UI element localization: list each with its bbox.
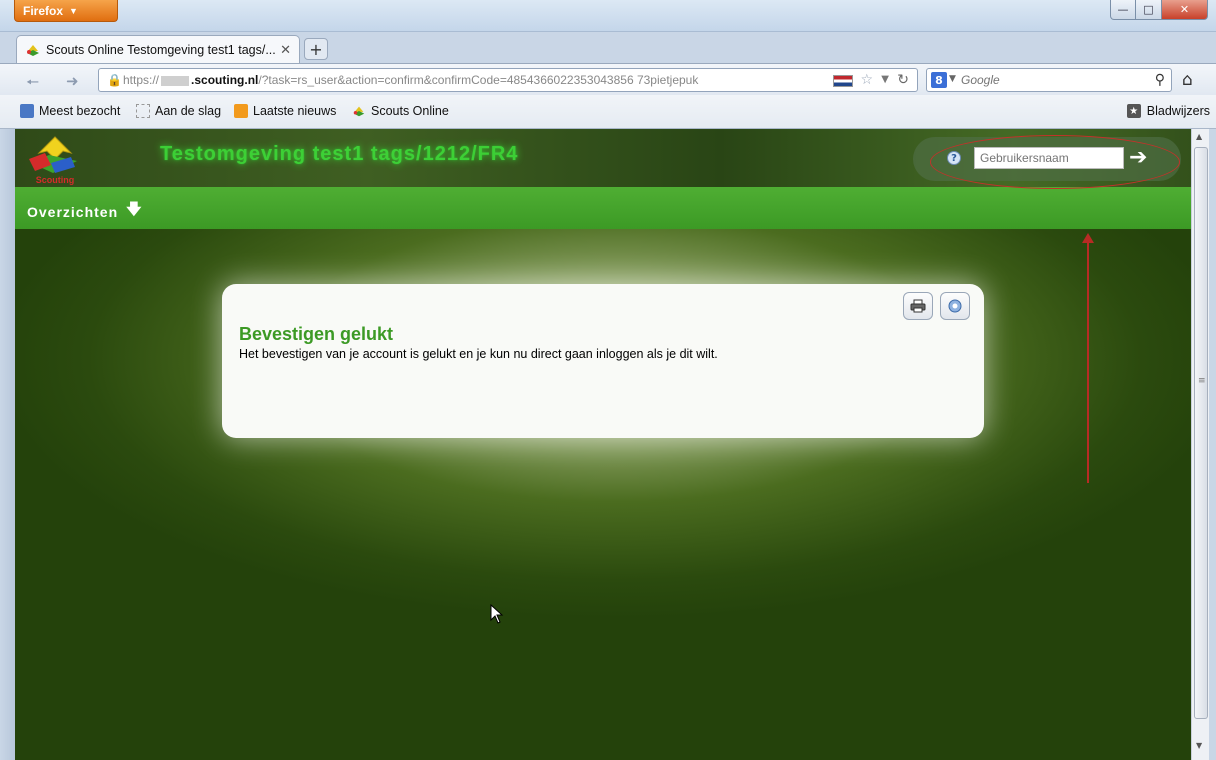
scouting-favicon-icon (27, 44, 39, 56)
window-border-right (1209, 129, 1216, 760)
firefox-menu-button[interactable]: Firefox ▼ (14, 0, 118, 22)
help-button[interactable] (940, 292, 970, 320)
redacted-subdomain (161, 75, 190, 86)
browser-tab[interactable]: Scouts Online Testomgeving test1 tags/..… (16, 35, 300, 63)
bookmark-scouts-online[interactable]: Scouts Online (352, 104, 449, 118)
window-controls: — □ ✕ (1110, 0, 1208, 20)
forward-arrow-icon[interactable]: ➜ (66, 72, 79, 90)
back-arrow-icon[interactable]: 🠔 (26, 72, 39, 97)
search-engine-icon[interactable]: 8 (931, 72, 947, 88)
arrow-down-icon: 🡇 (126, 201, 143, 218)
scroll-up-icon[interactable]: ▲ (1196, 132, 1202, 141)
lock-icon: 🔒 (107, 73, 122, 87)
maximize-button[interactable]: □ (1136, 0, 1162, 20)
printer-icon (910, 299, 926, 313)
card-message: Het bevestigen van je account is gelukt … (239, 347, 718, 361)
search-engine-dropdown-icon[interactable]: ▼ (949, 74, 956, 84)
scrollbar-thumb[interactable]: ≡ (1194, 147, 1208, 719)
reload-icon[interactable]: ↻ (897, 72, 909, 88)
chevron-down-icon: ▼ (69, 5, 78, 16)
search-magnifier-icon[interactable]: ⚲ (1155, 72, 1165, 88)
bookmark-star-icon[interactable]: ☆ (860, 72, 873, 88)
menu-overzichten[interactable]: Overzichten 🡇 (27, 199, 143, 224)
bookmarks-toolbar: Meest bezocht Aan de slag Laatste nieuws… (0, 95, 1216, 129)
bookmarks-star-icon: ★ (1126, 104, 1141, 118)
bookmark-most-visited[interactable]: Meest bezocht (20, 104, 120, 118)
firefox-menu-label: Firefox (23, 3, 64, 18)
help-icon (948, 299, 962, 313)
window-border-left (0, 129, 15, 760)
site-title: Testomgeving test1 tags/1212/FR4 (160, 143, 519, 165)
confirmation-card: Bevestigen gelukt Het bevestigen van je … (222, 284, 984, 438)
bookmark-getting-started[interactable]: Aan de slag (136, 104, 221, 118)
home-icon[interactable]: ⌂ (1182, 70, 1193, 90)
search-bar[interactable]: 8 ▼ ⚲ (926, 68, 1172, 92)
navigation-toolbar: 🠔 ➜ 🔒 https://.scouting.nl/?task=rs_user… (0, 63, 1216, 95)
svg-text:Scouting: Scouting (36, 175, 75, 185)
bookmarks-menu-button[interactable]: ★ Bladwijzers (1126, 104, 1210, 118)
search-input[interactable] (959, 71, 1129, 89)
url-text: https://.scouting.nl/?task=rs_user&actio… (123, 73, 699, 87)
new-tab-button[interactable]: + (304, 38, 328, 60)
dutch-flag-icon[interactable] (833, 75, 853, 87)
minimize-button[interactable]: — (1110, 0, 1136, 20)
bookmark-latest-news[interactable]: Laatste nieuws (234, 104, 336, 118)
page-content: Scouting Testomgeving test1 tags/1212/FR… (15, 129, 1191, 760)
address-bar[interactable]: 🔒 https://.scouting.nl/?task=rs_user&act… (98, 68, 918, 92)
window-titlebar: Firefox ▼ — □ ✕ (0, 0, 1216, 32)
annotation-ellipse (930, 135, 1180, 189)
annotation-arrow-line (1087, 239, 1089, 483)
scouting-logo-icon[interactable]: Scouting (25, 133, 85, 185)
mouse-cursor-icon (490, 604, 504, 624)
page-icon (136, 104, 150, 118)
rss-feed-icon (234, 104, 248, 118)
print-button[interactable] (903, 292, 933, 320)
scrollbar-grip-icon: ≡ (1198, 376, 1206, 386)
main-menu: Overzichten 🡇 (15, 187, 1191, 229)
tab-close-icon[interactable]: ✕ (280, 42, 291, 58)
close-window-button[interactable]: ✕ (1162, 0, 1208, 20)
scouting-favicon-icon (353, 106, 365, 117)
card-actions (903, 292, 970, 320)
tab-title: Scouts Online Testomgeving test1 tags/..… (46, 42, 276, 57)
most-visited-icon (20, 104, 34, 118)
url-history-dropdown-icon[interactable]: ▼ (881, 74, 889, 85)
vertical-scrollbar[interactable]: ▲ ≡ ▼ (1191, 129, 1209, 760)
card-title: Bevestigen gelukt (239, 324, 394, 344)
scroll-down-icon[interactable]: ▼ (1196, 741, 1202, 750)
